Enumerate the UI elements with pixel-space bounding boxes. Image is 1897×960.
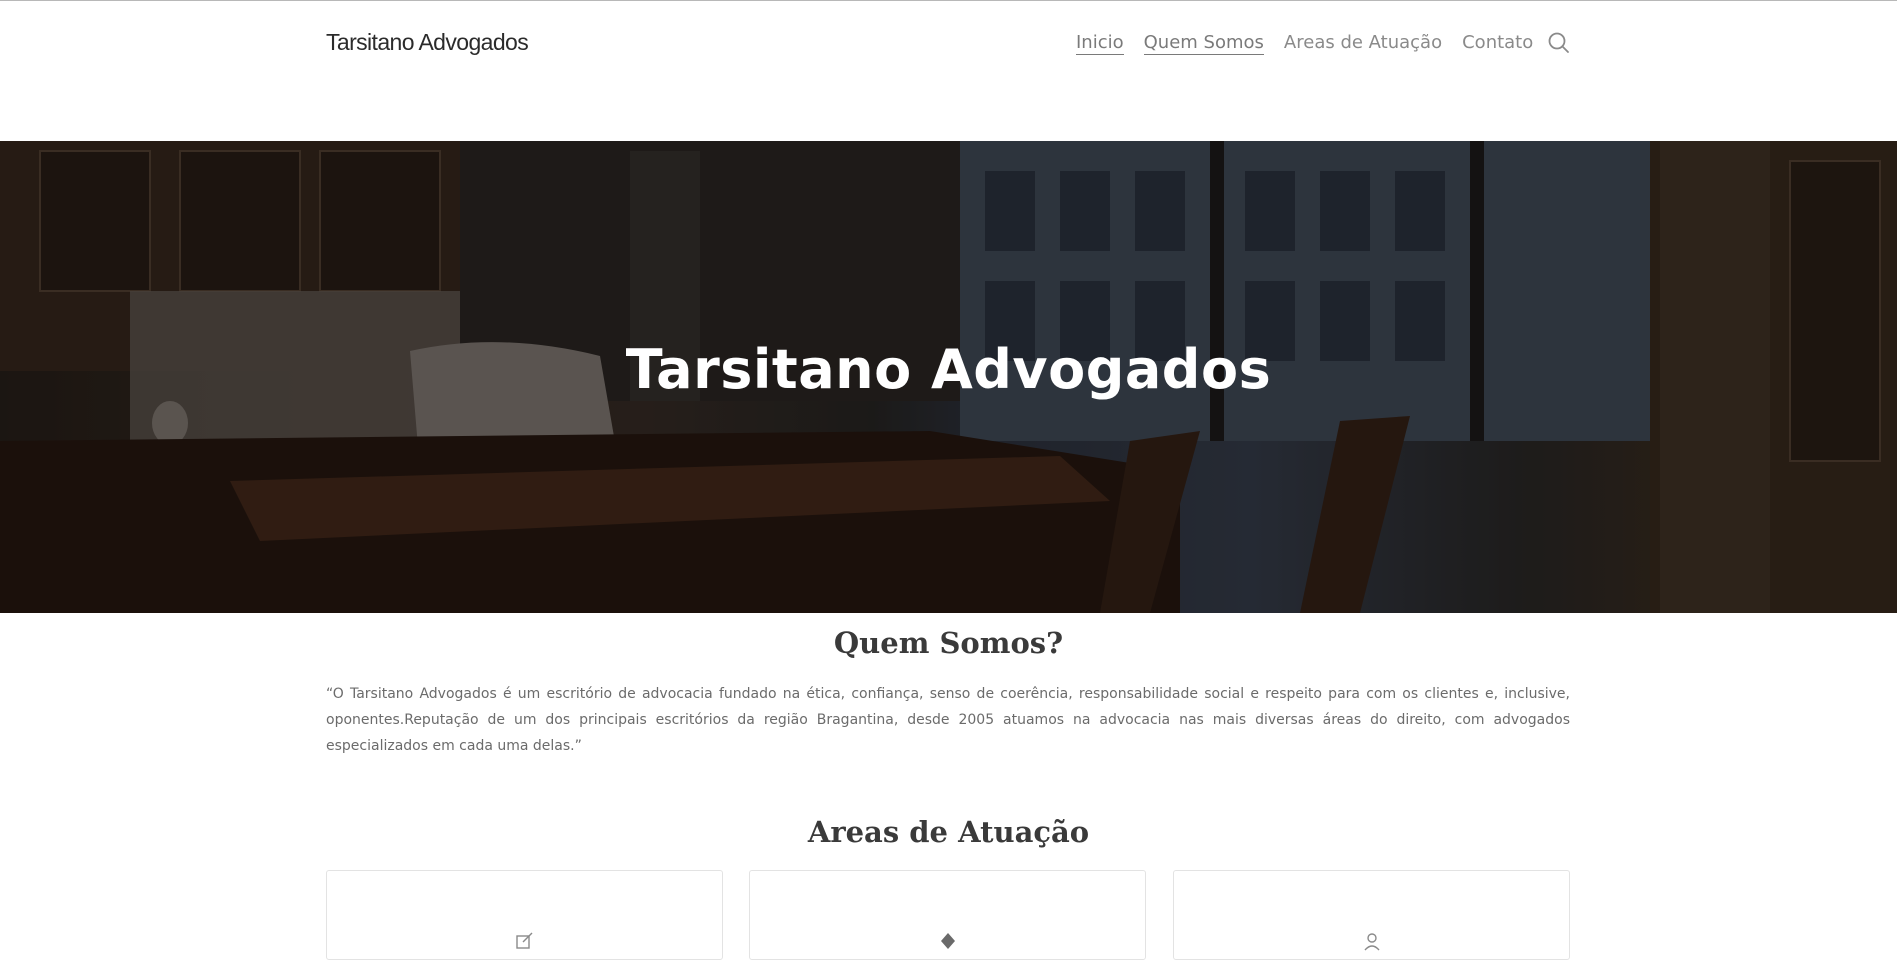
site-logo[interactable]: Tarsitano Advogados bbox=[326, 27, 529, 57]
nav-inicio[interactable]: Inicio bbox=[1076, 32, 1124, 55]
hero-title: Tarsitano Advogados bbox=[625, 338, 1272, 401]
diamond-icon bbox=[938, 931, 958, 951]
areas-cards bbox=[326, 870, 1570, 960]
nav-quem-somos[interactable]: Quem Somos bbox=[1143, 32, 1264, 55]
areas-title: Areas de Atuação bbox=[807, 815, 1090, 849]
edit-icon bbox=[515, 931, 535, 951]
search-icon[interactable] bbox=[1546, 30, 1572, 56]
about-title: Quem Somos? bbox=[833, 626, 1064, 660]
about-text: “O Tarsitano Advogados é um escritório d… bbox=[326, 686, 1570, 754]
hero-banner: Tarsitano Advogados bbox=[0, 141, 1897, 613]
nav-areas-de-atuacao[interactable]: Areas de Atuação bbox=[1284, 30, 1442, 56]
area-card[interactable] bbox=[749, 870, 1146, 960]
area-card[interactable] bbox=[1173, 870, 1570, 960]
user-icon bbox=[1362, 931, 1382, 951]
nav-contato[interactable]: Contato bbox=[1462, 30, 1533, 56]
site-header: Tarsitano Advogados Inicio Quem Somos Ar… bbox=[0, 1, 1897, 141]
area-card[interactable] bbox=[326, 870, 723, 960]
main-nav: Inicio Quem Somos Areas de Atuação Conta… bbox=[1076, 28, 1553, 58]
